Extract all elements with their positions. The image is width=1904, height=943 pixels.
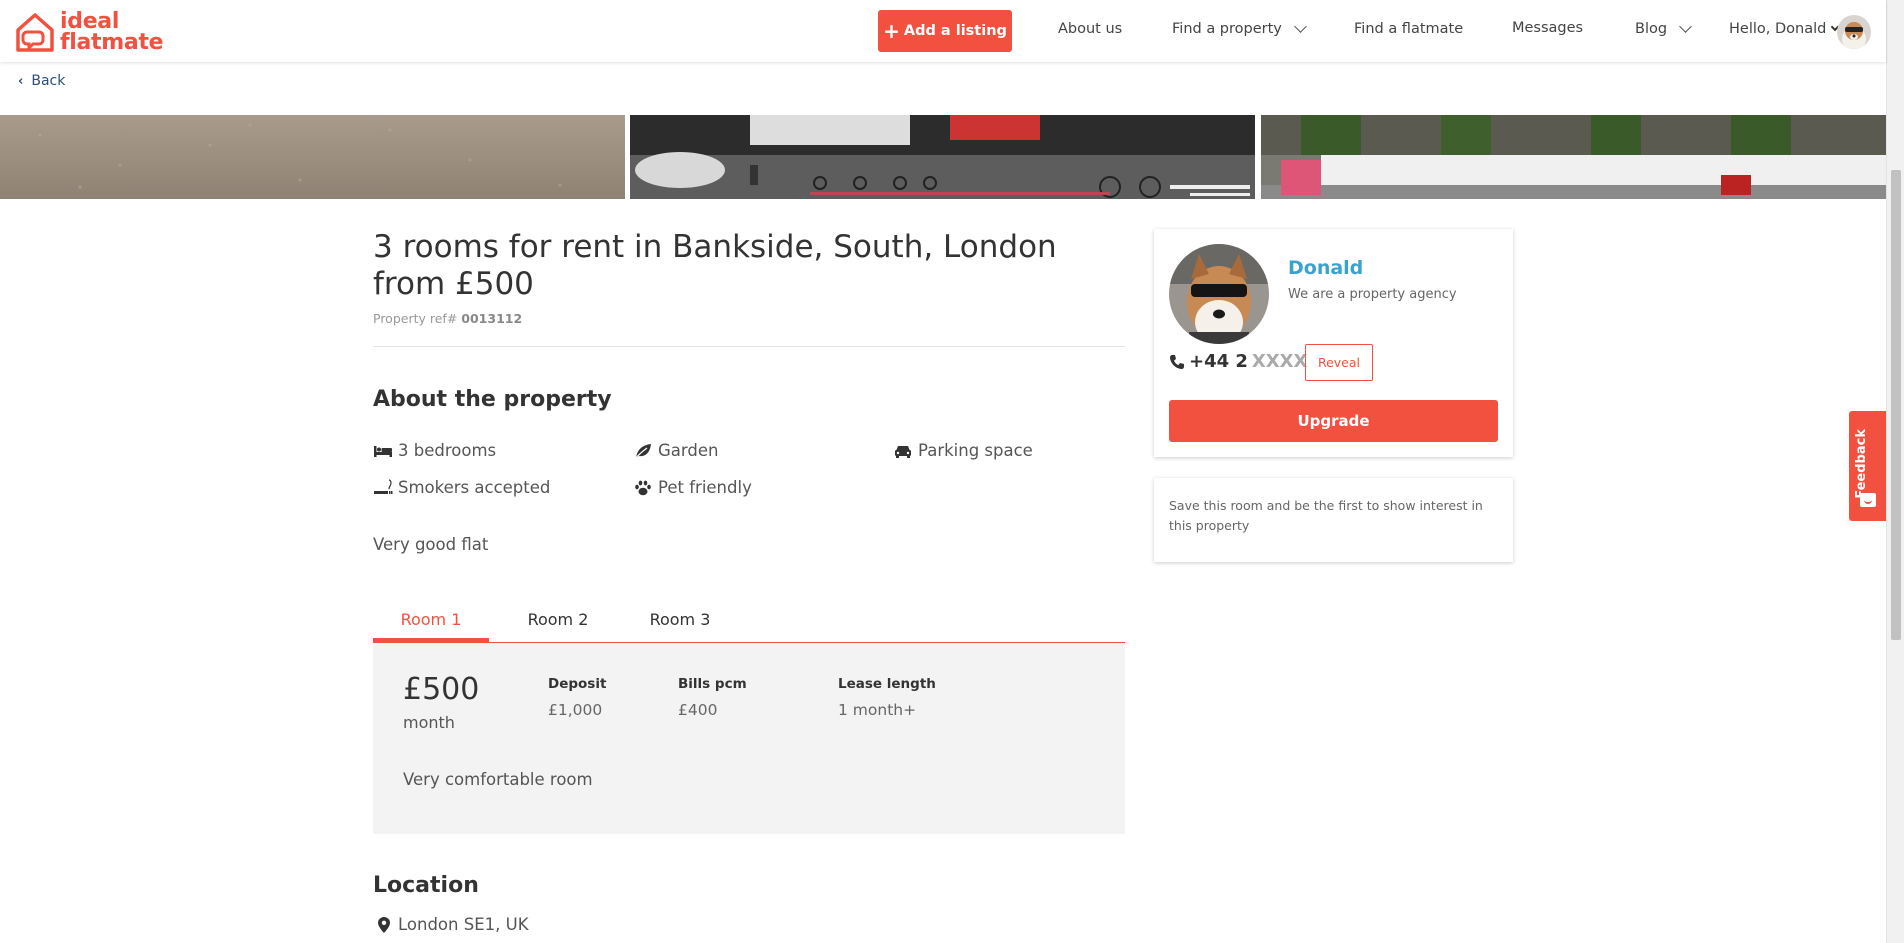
property-ref-label: Property ref# <box>373 311 458 326</box>
logo-text: ideal flatmate <box>60 9 164 55</box>
add-listing-label: Add a listing <box>903 23 1007 39</box>
bed-icon <box>374 445 392 457</box>
reveal-phone-button[interactable]: Reveal <box>1305 344 1373 381</box>
tab-room-3[interactable]: Room 3 <box>643 610 717 629</box>
chevron-left-icon: ‹ <box>18 73 24 89</box>
logo[interactable]: ideal flatmate <box>14 9 164 55</box>
leaf-icon <box>634 443 651 459</box>
bills-info: Bills pcm £400 <box>678 676 747 719</box>
feature-parking: Parking space <box>893 441 1033 460</box>
map-pin-icon <box>378 916 390 933</box>
add-listing-button[interactable]: + Add a listing <box>878 10 1012 52</box>
advertiser-avatar[interactable] <box>1169 244 1269 344</box>
feature-label: 3 bedrooms <box>398 441 497 460</box>
nav-about-us[interactable]: About us <box>1058 21 1122 37</box>
lease-info: Lease length 1 month+ <box>838 676 936 719</box>
location-address-text: London SE1, UK <box>398 915 529 934</box>
smile-icon <box>1860 493 1876 507</box>
feature-label: Garden <box>658 441 719 460</box>
room-details: £500 month Deposit £1,000 Bills pcm £400… <box>373 643 1125 834</box>
nav-about-us-label: About us <box>1058 21 1123 37</box>
back-link[interactable]: ‹ Back <box>18 73 65 89</box>
nav-blog-label: Blog <box>1635 21 1668 37</box>
nav-find-property-label: Find a property <box>1172 21 1282 37</box>
chevron-down-icon <box>1679 19 1692 33</box>
page-scrollbar[interactable] <box>1886 0 1904 943</box>
advertiser-phone: +44 2 XXXX <box>1169 351 1307 372</box>
phone-prefix: +44 2 <box>1189 351 1248 372</box>
user-greeting: Hello, Donald <box>1729 21 1827 37</box>
feature-label: Smokers accepted <box>398 478 551 497</box>
location-address: London SE1, UK <box>378 915 529 934</box>
paw-icon <box>635 480 651 495</box>
room-price: £500 <box>403 672 480 707</box>
feature-smokers: Smokers accepted <box>373 478 550 497</box>
about-heading: About the property <box>373 387 612 412</box>
listing-title: 3 rooms for rent in Bankside, South, Lon… <box>373 229 1057 302</box>
back-label: Back <box>31 73 66 89</box>
feature-bedrooms: 3 bedrooms <box>373 441 496 460</box>
gallery-photo[interactable] <box>0 115 625 199</box>
gallery-photo[interactable] <box>630 115 1255 199</box>
property-ref: Property ref# 0013112 <box>373 311 522 326</box>
deposit-info: Deposit £1,000 <box>548 676 606 719</box>
nav-find-property[interactable]: Find a property <box>1172 19 1307 37</box>
feature-pets: Pet friendly <box>633 478 752 497</box>
bills-label: Bills pcm <box>678 676 747 692</box>
feature-label: Pet friendly <box>658 478 752 497</box>
plus-icon: + <box>883 19 900 43</box>
logo-line-2: flatmate <box>60 30 164 55</box>
feature-garden: Garden <box>633 441 718 460</box>
tab-room-2[interactable]: Room 2 <box>521 610 595 629</box>
location-heading: Location <box>373 873 479 898</box>
divider <box>373 346 1125 347</box>
advertiser-subtitle: We are a property agency <box>1288 287 1457 302</box>
chevron-down-icon <box>1294 19 1307 33</box>
house-logo-icon <box>16 13 54 52</box>
save-room-text: Save this room and be the first to show … <box>1169 498 1483 533</box>
deposit-label: Deposit <box>548 676 607 692</box>
gallery-photo[interactable] <box>1261 115 1886 199</box>
bills-value: £400 <box>678 701 718 719</box>
phone-mask: XXXX <box>1251 351 1308 372</box>
tab-room-1[interactable]: Room 1 <box>373 610 489 629</box>
car-icon <box>895 445 911 458</box>
property-ref-value: 0013112 <box>461 311 523 326</box>
nav-find-flatmate-label: Find a flatmate <box>1354 21 1464 37</box>
upgrade-button[interactable]: Upgrade <box>1169 400 1498 442</box>
scrollbar-thumb[interactable] <box>1891 170 1901 640</box>
feedback-label: Feedback <box>1854 429 1869 499</box>
deposit-value: £1,000 <box>548 701 603 719</box>
feature-label: Parking space <box>918 441 1033 460</box>
top-header: ideal flatmate + Add a listing About us … <box>0 0 1886 62</box>
room-description: Very comfortable room <box>403 770 593 789</box>
advertiser-card: Donald We are a property agency +44 2 XX… <box>1154 229 1513 457</box>
user-avatar[interactable] <box>1837 15 1871 49</box>
nav-messages[interactable]: Messages <box>1512 20 1583 36</box>
feedback-tab[interactable]: Feedback <box>1849 411 1886 521</box>
save-room-card: Save this room and be the first to show … <box>1154 478 1513 562</box>
photo-gallery <box>0 115 1886 199</box>
lease-label: Lease length <box>838 676 936 692</box>
nav-blog[interactable]: Blog <box>1635 19 1692 37</box>
user-menu[interactable]: Hello, Donald <box>1729 21 1840 37</box>
lease-value: 1 month+ <box>838 701 917 719</box>
phone-icon <box>1170 354 1184 369</box>
smoking-icon <box>374 478 393 494</box>
room-price-period: month <box>403 713 455 732</box>
logo-line-1: ideal <box>60 9 120 34</box>
advertiser-name[interactable]: Donald <box>1288 257 1363 279</box>
property-description: Very good flat <box>373 535 489 554</box>
room-tabs: Room 1 Room 2 Room 3 <box>373 608 1125 643</box>
nav-find-flatmate[interactable]: Find a flatmate <box>1354 21 1463 37</box>
nav-messages-label: Messages <box>1512 20 1584 36</box>
